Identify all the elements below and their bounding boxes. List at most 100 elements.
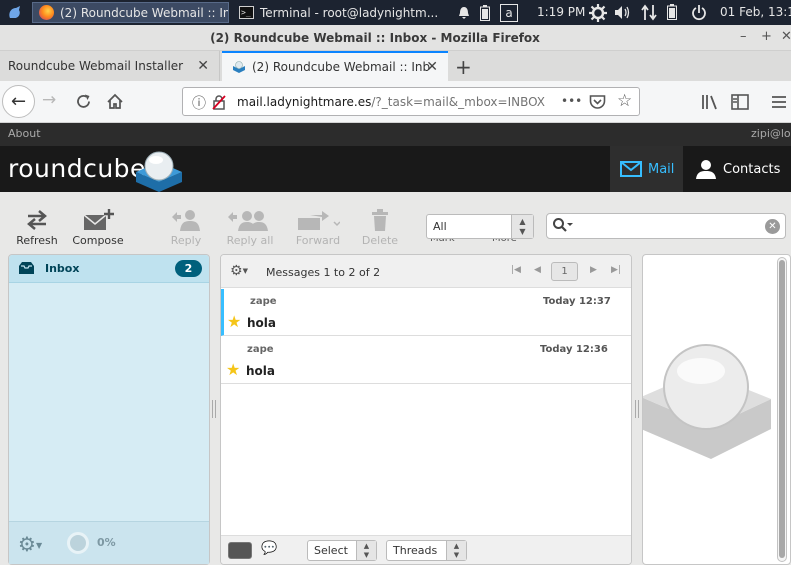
- network-icon[interactable]: [641, 4, 657, 21]
- clear-search-icon[interactable]: ✕: [765, 219, 780, 234]
- message-row[interactable]: zape Today 12:36 ★ hola: [221, 337, 631, 384]
- keyboard-layout-indicator[interactable]: a: [500, 3, 518, 22]
- flag-star-icon[interactable]: ★: [226, 360, 240, 379]
- reply-all-label: Reply all: [226, 234, 274, 247]
- info-icon[interactable]: ⓘ: [192, 93, 206, 113]
- select-dropdown[interactable]: Select ▲ ▼: [307, 540, 377, 561]
- reload-icon[interactable]: [75, 93, 92, 110]
- desktop-taskbar: (2) Roundcube Webmail :: In... >_ Termin…: [0, 0, 791, 25]
- message-list-header: ⚙▼ Messages 1 to 2 of 2 |◀ ◀ 1 ▶ ▶|: [221, 255, 631, 288]
- reply-all-icon: [228, 211, 268, 231]
- folder-splitter[interactable]: [212, 400, 216, 418]
- insecure-lock-icon[interactable]: [212, 95, 226, 110]
- bookmark-star-icon[interactable]: ☆: [617, 91, 632, 111]
- nav-mail[interactable]: Mail: [610, 146, 683, 192]
- reply-all-button[interactable]: Reply all: [215, 206, 285, 247]
- scroll-thumb[interactable]: [779, 260, 785, 558]
- message-subject: hola: [246, 364, 275, 378]
- forward-button[interactable]: Forward: [288, 206, 348, 247]
- message-preview-pane: [642, 254, 791, 565]
- first-page-icon[interactable]: |◀: [511, 265, 521, 275]
- hamburger-menu-icon[interactable]: [771, 95, 787, 109]
- next-page-icon[interactable]: ▶: [590, 265, 597, 275]
- page-number[interactable]: 1: [551, 262, 578, 281]
- bell-icon[interactable]: [458, 6, 470, 20]
- volume-icon[interactable]: [614, 5, 632, 20]
- compose-button[interactable]: Compose: [68, 206, 128, 247]
- gear-icon[interactable]: [589, 4, 607, 22]
- refresh-button[interactable]: Refresh: [7, 206, 67, 247]
- minimize-icon[interactable]: –: [740, 29, 747, 44]
- close-window-icon[interactable]: ✕: [781, 29, 791, 44]
- taskbar-firefox-task[interactable]: (2) Roundcube Webmail :: In...: [32, 2, 229, 23]
- maximize-icon[interactable]: +: [761, 29, 772, 44]
- app-menu-icon[interactable]: [0, 0, 30, 25]
- threads-label: Threads: [393, 544, 438, 557]
- person-icon: [696, 160, 716, 179]
- url-text[interactable]: mail.ladynightmare.es/?_task=mail&_mbox=…: [237, 95, 545, 109]
- reply-icon: [172, 210, 200, 231]
- close-tab-icon[interactable]: ✕: [197, 58, 209, 74]
- folder-inbox[interactable]: Inbox 2: [9, 255, 209, 283]
- sidebar-icon[interactable]: [731, 94, 749, 110]
- flag-star-icon[interactable]: ★: [227, 312, 241, 331]
- battery-icon[interactable]: [667, 4, 677, 20]
- message-date: Today 12:37: [543, 296, 611, 307]
- battery-icon[interactable]: [480, 4, 490, 21]
- trash-icon: [372, 209, 388, 231]
- url-path: /?_task=mail&_mbox=INBOX: [371, 95, 546, 109]
- tab-roundcube-inbox[interactable]: (2) Roundcube Webmail :: Inb ✕: [222, 51, 448, 81]
- forward-label: Forward: [295, 234, 341, 247]
- about-link[interactable]: About: [8, 127, 41, 140]
- unread-count-badge: 2: [175, 260, 202, 277]
- url-bar[interactable]: ⓘ mail.ladynightmare.es/?_task=mail&_mbo…: [182, 87, 640, 116]
- delete-button[interactable]: Delete: [350, 206, 410, 247]
- threads-dropdown[interactable]: Threads ▲ ▼: [386, 540, 467, 561]
- message-row[interactable]: zape Today 12:37 ★ hola: [221, 289, 631, 336]
- previous-page-icon[interactable]: ◀: [534, 265, 541, 275]
- taskbar-terminal-task[interactable]: >_ Terminal - root@ladynightm...: [233, 2, 455, 23]
- reply-button[interactable]: Reply: [156, 206, 216, 247]
- search-icon[interactable]: [552, 217, 574, 233]
- preview-scrollbar[interactable]: [777, 257, 787, 562]
- refresh-arrows-icon: [27, 210, 47, 230]
- message-count: Messages 1 to 2 of 2: [266, 266, 381, 279]
- clock[interactable]: 1:19 PM: [537, 5, 585, 19]
- search-input[interactable]: [579, 217, 759, 229]
- inbox-icon: [19, 262, 34, 274]
- tab-roundcube-installer[interactable]: Roundcube Webmail Installer ✕: [0, 51, 220, 81]
- home-icon[interactable]: [106, 93, 124, 110]
- list-options-gear-icon[interactable]: ⚙▼: [230, 263, 248, 279]
- new-tab-icon[interactable]: +: [455, 55, 472, 79]
- compose-label: Compose: [72, 234, 124, 247]
- threads-view-icon[interactable]: 💬: [261, 541, 277, 556]
- list-view-icon[interactable]: [228, 542, 252, 559]
- date-label[interactable]: 01 Feb, 13:19: [720, 5, 791, 19]
- folder-settings-gear-icon[interactable]: ⚙▼: [18, 532, 42, 556]
- forward-envelope-icon: [298, 211, 340, 230]
- list-splitter[interactable]: [635, 400, 639, 418]
- arrow-left-icon: ←: [10, 91, 27, 112]
- library-icon[interactable]: [701, 94, 719, 110]
- power-icon[interactable]: [692, 4, 706, 21]
- compose-envelope-icon: [83, 209, 114, 230]
- url-host: mail.ladynightmare.es: [237, 95, 372, 109]
- window-titlebar: (2) Roundcube Webmail :: Inbox - Mozilla…: [0, 25, 791, 51]
- mouse-logo-icon: [9, 5, 20, 18]
- message-subject: hola: [247, 316, 276, 330]
- roundcube-logo-icon[interactable]: [134, 148, 184, 192]
- forward-icon[interactable]: →: [42, 90, 56, 110]
- back-button[interactable]: ←: [2, 85, 35, 118]
- last-page-icon[interactable]: ▶|: [611, 265, 621, 275]
- page-actions-icon[interactable]: •••: [561, 94, 582, 108]
- pocket-icon[interactable]: [589, 94, 606, 110]
- nav-contacts[interactable]: Contacts: [695, 146, 780, 192]
- nav-mail-label: Mail: [648, 161, 675, 177]
- system-tray: a: [458, 0, 518, 25]
- message-filter-select[interactable]: All ▲ ▼: [426, 214, 534, 239]
- mail-search-box[interactable]: ✕: [546, 213, 786, 239]
- tab-strip: Roundcube Webmail Installer ✕ (2) Roundc…: [0, 51, 791, 81]
- close-tab-icon[interactable]: ✕: [426, 59, 438, 75]
- roundcube-logo-text[interactable]: roundcube: [8, 154, 146, 183]
- folder-name: Inbox: [45, 262, 80, 275]
